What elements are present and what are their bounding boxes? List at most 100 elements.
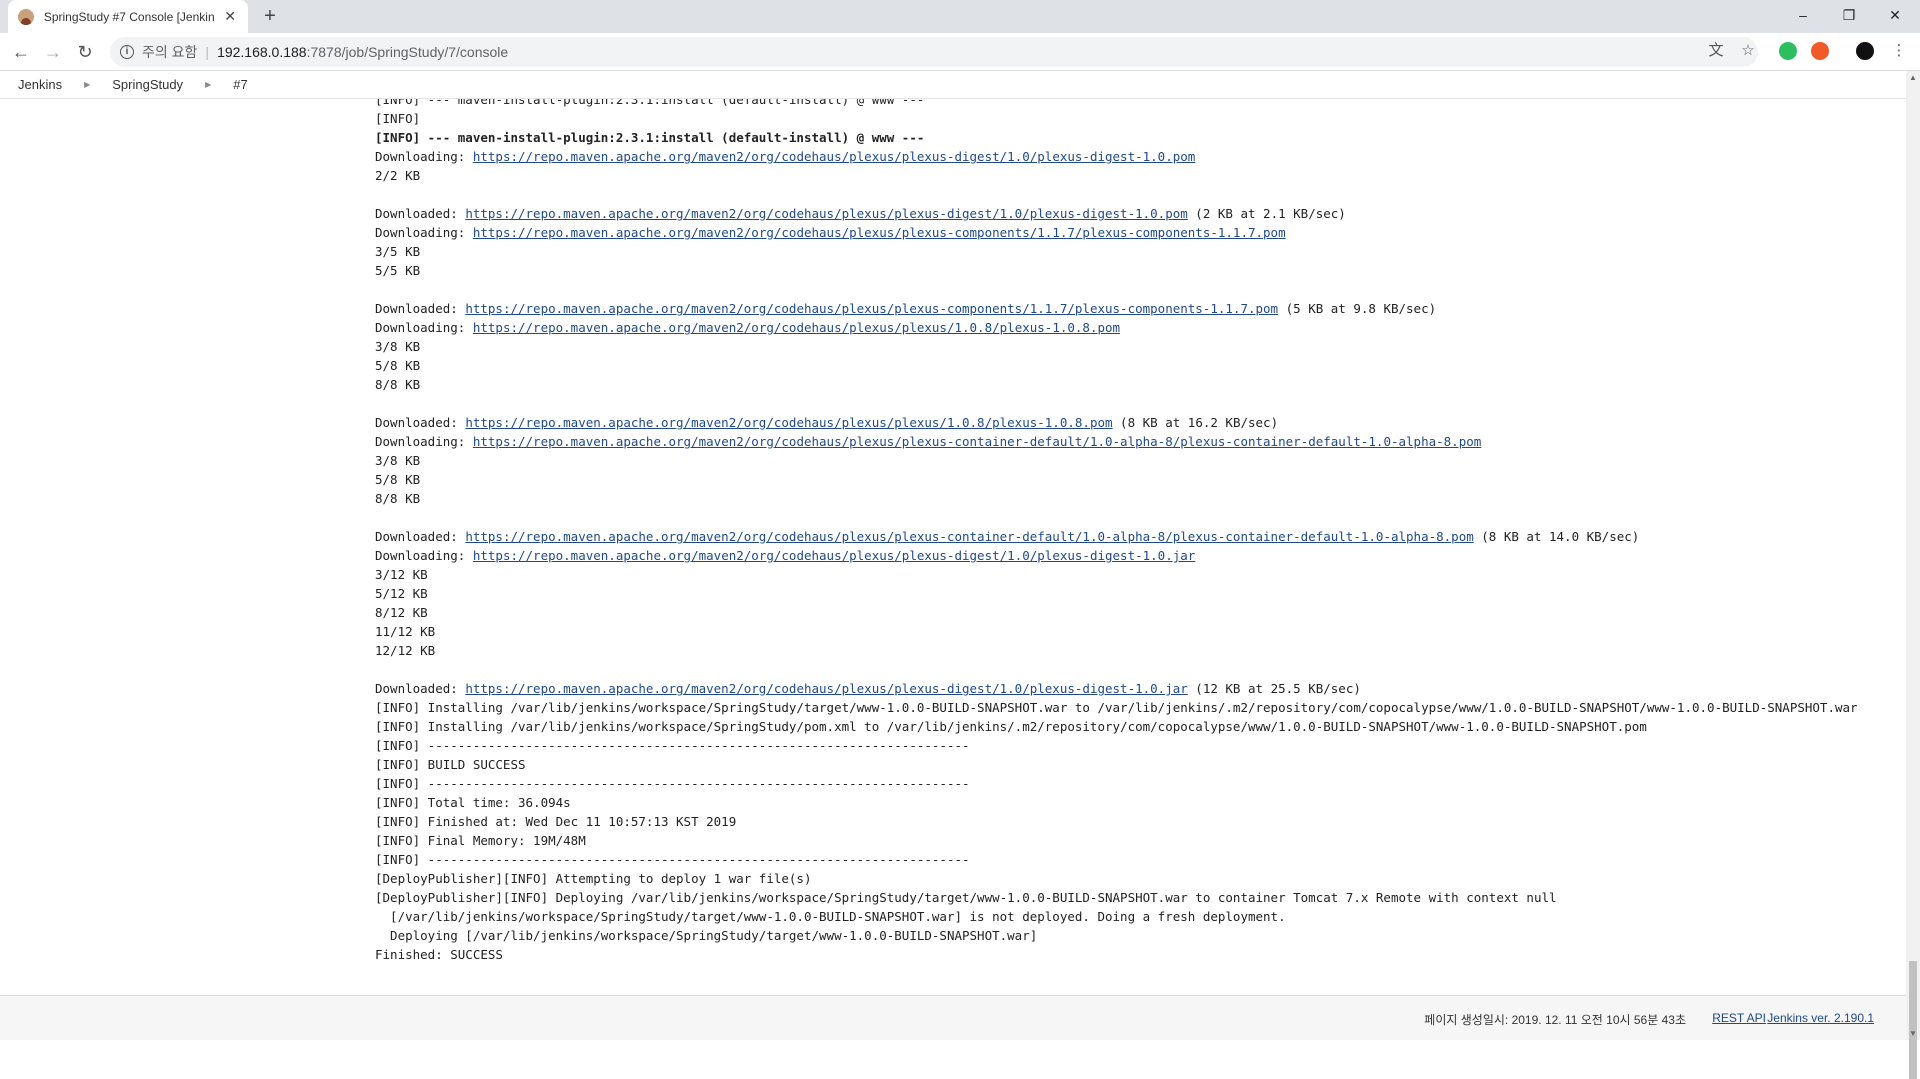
reload-icon[interactable]: ↻: [72, 39, 98, 65]
window-minimize-button[interactable]: –: [1780, 0, 1826, 30]
console-line: 3/5 KB: [375, 242, 1858, 261]
console-line-text: Downloaded:: [375, 681, 466, 696]
console-line-text: [INFO] Total time: 36.094s: [375, 795, 571, 810]
console-line-text: Finished: SUCCESS: [375, 947, 503, 962]
page-scrollbar[interactable]: ▲ ▼: [1906, 71, 1920, 1079]
console-line: 3/8 KB: [375, 337, 1858, 356]
url-host: 192.168.0.188: [217, 44, 307, 60]
jenkins-version-link[interactable]: Jenkins ver. 2.190.1: [1767, 1011, 1874, 1025]
artifact-link[interactable]: https://repo.maven.apache.org/maven2/org…: [465, 206, 1187, 221]
console-line: Downloaded: https://repo.maven.apache.or…: [375, 413, 1858, 432]
console-line-text: [INFO] ---------------------------------…: [375, 776, 970, 791]
scroll-up-icon[interactable]: ▲: [1909, 73, 1917, 82]
artifact-link[interactable]: https://repo.maven.apache.org/maven2/org…: [465, 529, 1473, 544]
console-line: [INFO] ---------------------------------…: [375, 774, 1858, 793]
console-line: 5/8 KB: [375, 470, 1858, 489]
console-line: [INFO]: [375, 109, 1858, 128]
scroll-down-icon[interactable]: ▼: [1909, 1029, 1917, 1038]
profile-avatar-icon[interactable]: [1856, 42, 1874, 60]
console-line-text: [INFO] Installing /var/lib/jenkins/works…: [375, 700, 1858, 715]
console-line-text: Downloaded:: [375, 529, 466, 544]
bookmark-star-icon[interactable]: ☆: [1737, 40, 1759, 62]
console-line: Deploying [/var/lib/jenkins/workspace/Sp…: [375, 926, 1858, 945]
console-line: 2/2 KB: [375, 166, 1858, 185]
console-line-text: Downloaded:: [375, 415, 466, 430]
breadcrumb: Jenkins ▶ SpringStudy ▶ #7: [0, 71, 1906, 99]
download-rate: (8 KB at 14.0 KB/sec): [1473, 529, 1640, 544]
console-line: Downloaded: https://repo.maven.apache.or…: [375, 204, 1858, 223]
page-footer: 페이지 생성일시: 2019. 12. 11 오전 10시 56분 43초 RE…: [0, 995, 1906, 1040]
artifact-link[interactable]: https://repo.maven.apache.org/maven2/org…: [465, 681, 1187, 696]
console-line: Downloaded: https://repo.maven.apache.or…: [375, 527, 1858, 546]
rest-api-link[interactable]: REST API: [1712, 1011, 1766, 1025]
console-line: [INFO] --- maven-install-plugin:2.3.1:in…: [375, 128, 1858, 147]
console-line: 3/8 KB: [375, 451, 1858, 470]
artifact-link[interactable]: https://repo.maven.apache.org/maven2/org…: [465, 301, 1278, 316]
console-line-text: Downloading:: [375, 320, 473, 335]
window-close-button[interactable]: ✕: [1872, 0, 1918, 30]
console-line-text: 2/2 KB: [375, 168, 421, 183]
console-line-text: 5/8 KB: [375, 472, 421, 487]
menu-kebab-icon[interactable]: ⋮: [1888, 40, 1910, 62]
console-line-text: 5/12 KB: [375, 586, 428, 601]
artifact-link[interactable]: https://repo.maven.apache.org/maven2/org…: [473, 320, 1120, 335]
browser-tab[interactable]: SpringStudy #7 Console [Jenkins] ✕: [8, 0, 248, 33]
console-line: 5/5 KB: [375, 261, 1858, 280]
tab-title: SpringStudy #7 Console [Jenkins]: [43, 9, 215, 24]
console-line: Finished: SUCCESS: [375, 945, 1858, 964]
breadcrumb-jenkins[interactable]: Jenkins: [18, 77, 62, 92]
breadcrumb-build[interactable]: #7: [233, 77, 247, 92]
console-line-text: Downloaded:: [375, 206, 466, 221]
address-separator: |: [205, 44, 210, 60]
console-line-text: [INFO] BUILD SUCCESS: [375, 757, 526, 772]
info-icon[interactable]: i: [120, 45, 134, 59]
console-line-text: [/var/lib/jenkins/workspace/SpringStudy/…: [375, 909, 1286, 924]
browser-toolbar: ← → ↻ i 주의 요함 | 192.168.0.188 :7878/job/…: [0, 33, 1920, 71]
artifact-link[interactable]: https://repo.maven.apache.org/maven2/org…: [473, 225, 1286, 240]
console-line-text: [INFO] ---------------------------------…: [375, 852, 970, 867]
download-rate: (2 KB at 2.1 KB/sec): [1187, 206, 1346, 221]
artifact-link[interactable]: https://repo.maven.apache.org/maven2/org…: [465, 415, 1112, 430]
console-line: Downloaded: https://repo.maven.apache.or…: [375, 299, 1858, 318]
console-text: [INFO] --- maven-install-plugin:2.3.1:in…: [375, 99, 1858, 964]
console-line: [DeployPublisher][INFO] Deploying /var/l…: [375, 888, 1858, 907]
console-line: Downloading: https://repo.maven.apache.o…: [375, 432, 1858, 451]
window-restore-button[interactable]: ❐: [1826, 0, 1872, 30]
console-line: [INFO] Installing /var/lib/jenkins/works…: [375, 698, 1858, 717]
tab-close-icon[interactable]: ✕: [222, 8, 238, 25]
console-line-text: 3/8 KB: [375, 453, 421, 468]
console-line-text: Downloading:: [375, 548, 473, 563]
console-line: Downloaded: https://repo.maven.apache.or…: [375, 679, 1858, 698]
console-line-text: Downloading:: [375, 434, 473, 449]
download-rate: (12 KB at 25.5 KB/sec): [1187, 681, 1361, 696]
console-line: [INFO] BUILD SUCCESS: [375, 755, 1858, 774]
console-line-text: [DeployPublisher][INFO] Deploying /var/l…: [375, 890, 1557, 905]
console-line-text: 8/8 KB: [375, 377, 421, 392]
artifact-link[interactable]: https://repo.maven.apache.org/maven2/org…: [473, 149, 1195, 164]
new-tab-button[interactable]: +: [258, 4, 282, 28]
breadcrumb-arrow-icon[interactable]: ▶: [205, 80, 211, 89]
translate-icon[interactable]: 文: [1705, 40, 1727, 62]
address-bar[interactable]: i 주의 요함 | 192.168.0.188 :7878/job/Spring…: [110, 37, 1758, 67]
artifact-link[interactable]: https://repo.maven.apache.org/maven2/org…: [473, 434, 1481, 449]
scrollbar-thumb[interactable]: [1909, 961, 1917, 1079]
console-line-text: 8/12 KB: [375, 605, 428, 620]
forward-arrow-icon[interactable]: →: [40, 39, 66, 65]
evernote-extension-icon[interactable]: [1779, 42, 1797, 60]
console-line-text: [INFO] ---------------------------------…: [375, 738, 970, 753]
download-rate: (5 KB at 9.8 KB/sec): [1278, 301, 1437, 316]
jenkins-favicon-icon: [18, 8, 34, 25]
extension-icon[interactable]: [1811, 42, 1829, 60]
console-line: Downloading: https://repo.maven.apache.o…: [375, 223, 1858, 242]
artifact-link[interactable]: https://repo.maven.apache.org/maven2/org…: [473, 548, 1195, 563]
console-line-text: [INFO] Installing /var/lib/jenkins/works…: [375, 719, 1647, 734]
breadcrumb-arrow-icon[interactable]: ▶: [84, 80, 90, 89]
back-arrow-icon[interactable]: ←: [8, 39, 34, 65]
breadcrumb-springstudy[interactable]: SpringStudy: [112, 77, 183, 92]
console-line-text: Downloading:: [375, 149, 473, 164]
console-line: [INFO] Total time: 36.094s: [375, 793, 1858, 812]
